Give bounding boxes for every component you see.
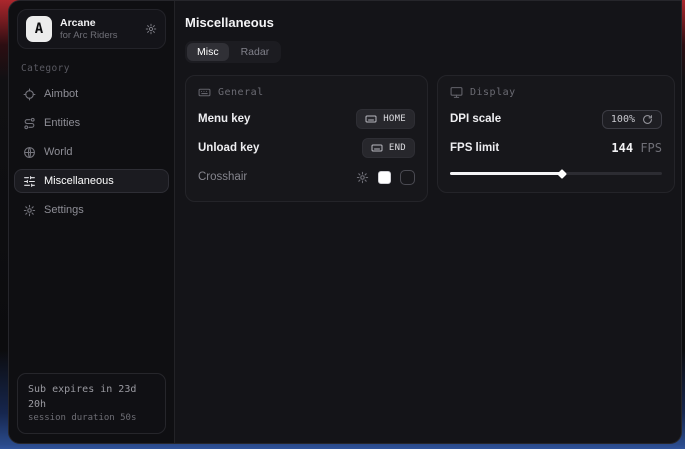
sidebar: A Arcane for Arc Riders Category Aimbot (9, 1, 175, 443)
crosshair-icon (23, 88, 36, 101)
unload-key-label: Unload key (198, 142, 259, 154)
panels-row: General Menu key HOME Unload key (185, 75, 675, 202)
sidebar-item-settings[interactable]: Settings (14, 198, 169, 222)
unload-key-bind-button[interactable]: END (362, 138, 415, 158)
sidebar-item-world[interactable]: World (14, 140, 169, 164)
dpi-scale-select[interactable]: 100% (602, 110, 662, 129)
fps-limit-row: FPS limit 144 FPS (450, 136, 662, 160)
general-panel: General Menu key HOME Unload key (185, 75, 428, 202)
general-panel-title: General (218, 87, 264, 98)
sidebar-item-label: Miscellaneous (44, 175, 114, 187)
tab-bar: Misc Radar (185, 41, 281, 63)
menu-key-label: Menu key (198, 113, 250, 125)
main-content: Miscellaneous Misc Radar General Menu ke… (175, 1, 682, 443)
crosshair-label: Crosshair (198, 171, 247, 183)
menu-key-bind-button[interactable]: HOME (356, 109, 415, 129)
sidebar-nav: Aimbot Entities World (9, 82, 174, 222)
dpi-scale-label: DPI scale (450, 113, 501, 125)
unload-key-row: Unload key END (198, 136, 415, 160)
fps-limit-slider[interactable] (450, 166, 662, 180)
dpi-scale-row: DPI scale 100% (450, 107, 662, 131)
fps-slider-track-fill (450, 172, 562, 175)
crosshair-row: Crosshair (198, 165, 415, 189)
tab-misc[interactable]: Misc (187, 43, 229, 61)
display-panel-title: Display (470, 87, 516, 98)
app-window: A Arcane for Arc Riders Category Aimbot (8, 0, 682, 444)
keyboard-icon (198, 86, 211, 99)
app-name: Arcane (60, 17, 137, 30)
gear-icon (23, 204, 36, 217)
subscription-card: Sub expires in 23d 20h session duration … (17, 373, 166, 434)
sidebar-item-label: Entities (44, 117, 80, 129)
sidebar-item-entities[interactable]: Entities (14, 111, 169, 135)
app-subtitle: for Arc Riders (60, 30, 137, 42)
sidebar-item-label: Settings (44, 204, 84, 216)
dpi-scale-value: 100% (611, 114, 635, 125)
keyboard-icon (365, 113, 377, 125)
monitor-icon (450, 86, 463, 99)
session-duration: session duration 50s (28, 412, 155, 425)
route-icon (23, 117, 36, 130)
refresh-icon (642, 114, 653, 125)
sidebar-item-miscellaneous[interactable]: Miscellaneous (14, 169, 169, 193)
sidebar-item-label: Aimbot (44, 88, 78, 100)
crosshair-settings-gear-icon[interactable] (356, 171, 369, 184)
unload-key-value: END (389, 143, 406, 153)
globe-icon (23, 146, 36, 159)
menu-key-value: HOME (383, 114, 406, 124)
subscription-expiry: Sub expires in 23d 20h (28, 382, 155, 412)
fps-slider-thumb[interactable] (557, 169, 567, 179)
crosshair-color-swatch[interactable] (378, 171, 391, 184)
category-label: Category (21, 63, 162, 74)
app-avatar: A (26, 16, 52, 42)
sliders-icon (23, 175, 36, 188)
page-title: Miscellaneous (185, 15, 675, 30)
crosshair-enabled-checkbox[interactable] (400, 170, 415, 185)
app-logo-card: A Arcane for Arc Riders (17, 9, 166, 49)
sync-gear-icon[interactable] (145, 23, 157, 35)
keyboard-icon (371, 142, 383, 154)
fps-limit-unit: FPS (640, 141, 662, 155)
fps-limit-label: FPS limit (450, 142, 499, 154)
desktop-background: A Arcane for Arc Riders Category Aimbot (0, 0, 685, 449)
tab-radar[interactable]: Radar (231, 43, 280, 61)
display-panel: Display DPI scale 100% FPS limit (437, 75, 675, 193)
menu-key-row: Menu key HOME (198, 107, 415, 131)
sidebar-item-aimbot[interactable]: Aimbot (14, 82, 169, 106)
sidebar-item-label: World (44, 146, 73, 158)
fps-limit-value: 144 (611, 141, 633, 155)
